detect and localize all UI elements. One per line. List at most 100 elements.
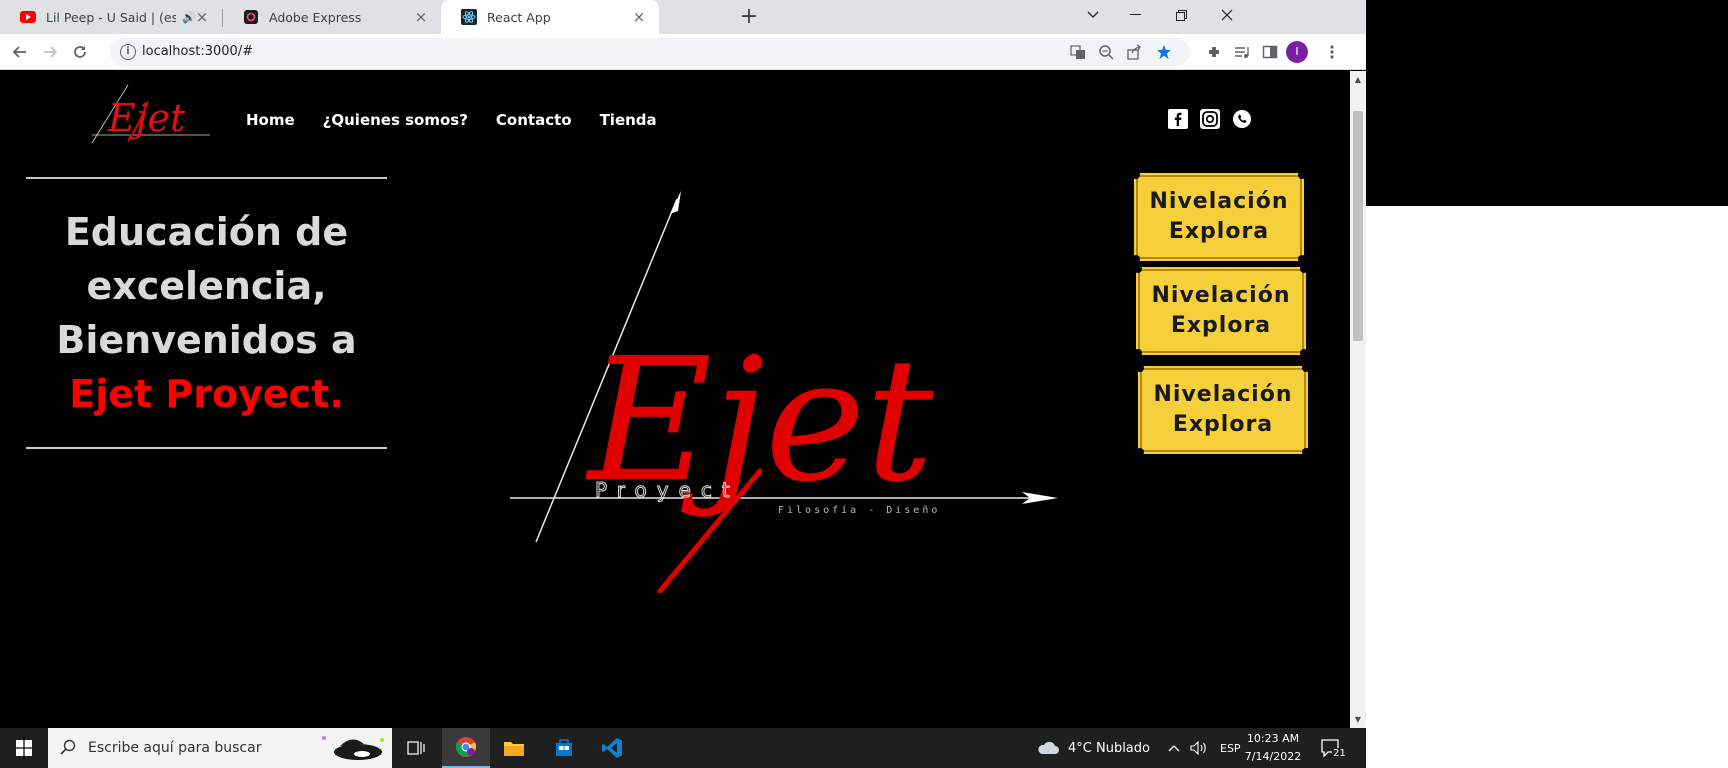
nav-quienes-somos[interactable]: ¿Quienes somos? <box>323 111 468 129</box>
tab-react-app[interactable]: React App × <box>441 0 659 34</box>
corner-notch <box>1132 255 1140 263</box>
instagram-icon[interactable] <box>1200 109 1220 129</box>
nav-contacto[interactable]: Contacto <box>496 111 572 129</box>
tab-strip: Lil Peep - U Said | (españo 🔊 × Adobe Ex… <box>0 0 1366 34</box>
nivelacion-button-3[interactable]: Nivelación Explora <box>1136 364 1310 456</box>
site-logo[interactable]: Ejet <box>88 83 214 161</box>
close-tab-icon[interactable]: × <box>413 9 429 25</box>
button-label: Nivelación <box>1149 189 1289 214</box>
nav-tienda[interactable]: Tienda <box>600 111 657 129</box>
new-tab-button[interactable]: + <box>737 5 761 29</box>
zoom-icon[interactable] <box>1098 44 1114 60</box>
search-highlight-icon <box>318 732 386 764</box>
button-label: Nivelación <box>1153 382 1293 407</box>
profile-avatar[interactable]: I <box>1286 41 1308 63</box>
logo-subtitle: Proyect <box>595 478 740 502</box>
volume-icon[interactable] <box>1190 728 1208 768</box>
corner-notch <box>1300 349 1308 357</box>
close-tab-icon[interactable]: × <box>194 9 210 25</box>
hero-line-2: excelencia, <box>86 264 327 308</box>
taskbar-search[interactable]: Escribe aquí para buscar <box>48 728 392 768</box>
chrome-icon[interactable] <box>442 728 490 768</box>
url-text[interactable]: localhost:3000/# <box>142 44 253 59</box>
tab-search-icon[interactable] <box>1070 0 1116 30</box>
adobe-express-icon <box>243 9 259 25</box>
address-bar[interactable]: i localhost:3000/# <box>110 38 1190 66</box>
media-control-icon[interactable] <box>1230 40 1254 64</box>
nav-home[interactable]: Home <box>246 111 295 129</box>
facebook-icon[interactable] <box>1168 109 1188 129</box>
nivelacion-button-1[interactable]: Nivelación Explora <box>1132 171 1306 263</box>
desktop-area-light <box>1366 206 1728 768</box>
show-hidden-icons-icon[interactable] <box>1168 728 1180 768</box>
share-icon[interactable] <box>1126 44 1142 60</box>
translate-icon[interactable] <box>1070 44 1086 60</box>
tab-title: Lil Peep - U Said | (españo <box>46 9 176 25</box>
hero-line-3: Bienvenidos a <box>56 318 357 362</box>
scroll-thumb[interactable] <box>1353 111 1363 341</box>
tab-adobe-express[interactable]: Adobe Express × <box>223 0 441 34</box>
search-icon <box>60 739 76 759</box>
logo-text-small: Ejet <box>107 96 186 140</box>
notifications-icon[interactable]: 21 <box>1320 728 1347 768</box>
windows-start-icon[interactable] <box>0 728 48 768</box>
site-info-icon[interactable]: i <box>120 44 136 60</box>
tab-title: Adobe Express <box>269 9 362 25</box>
weather-widget[interactable]: 4°C Nublado <box>1036 728 1150 768</box>
logo-tagline: Filosofía - Diseño <box>778 504 940 516</box>
clock-time: 10:23 AM <box>1246 732 1300 745</box>
main-nav: Home ¿Quienes somos? Contacto Tienda <box>246 111 657 129</box>
button-label: Explora <box>1172 412 1274 437</box>
search-placeholder: Escribe aquí para buscar <box>88 740 262 756</box>
button-label: Explora <box>1168 219 1270 244</box>
browser-toolbar: i localhost:3000/# I <box>0 34 1366 70</box>
hero-accent: Ejet Proyect. <box>69 372 344 416</box>
cloud-icon <box>1038 741 1059 754</box>
restore-button[interactable] <box>1158 0 1204 30</box>
whatsapp-icon[interactable] <box>1232 109 1252 129</box>
menu-icon[interactable] <box>1320 40 1344 64</box>
vscode-icon[interactable] <box>588 728 636 768</box>
divider-top <box>26 177 387 179</box>
nivelacion-button-2[interactable]: Nivelación Explora <box>1134 265 1308 357</box>
extensions-icon[interactable] <box>1202 40 1226 64</box>
corner-notch <box>1302 364 1310 372</box>
task-view-icon[interactable] <box>392 728 440 768</box>
corner-notch <box>1302 448 1310 456</box>
page-viewport: Ejet Home ¿Quienes somos? Contacto Tiend… <box>0 71 1350 728</box>
corner-notch <box>1298 255 1306 263</box>
desktop-area <box>1366 0 1728 206</box>
minimize-button[interactable] <box>1112 0 1158 30</box>
back-icon[interactable] <box>8 40 32 64</box>
screen: Lil Peep - U Said | (españo 🔊 × Adobe Ex… <box>0 0 1728 768</box>
close-tab-icon[interactable]: × <box>631 9 647 25</box>
hero-line-1: Educación de <box>64 210 349 254</box>
corner-notch <box>1134 349 1142 357</box>
corner-notch <box>1132 171 1140 179</box>
scroll-up-icon[interactable]: ▲ <box>1354 75 1362 84</box>
corner-notch <box>1136 364 1144 372</box>
scroll-down-icon[interactable]: ▼ <box>1354 715 1362 724</box>
tab-youtube[interactable]: Lil Peep - U Said | (españo 🔊 × <box>0 0 222 34</box>
clock-date: 7/14/2022 <box>1244 750 1302 763</box>
windows-taskbar: Escribe aquí para buscar 4°C Nublado ESP… <box>0 728 1366 768</box>
button-label: Explora <box>1170 313 1272 338</box>
reload-icon[interactable] <box>68 40 92 64</box>
page-scrollbar[interactable]: ▲ ▼ <box>1350 71 1366 728</box>
divider-bottom <box>26 447 387 449</box>
corner-notch <box>1300 265 1308 273</box>
weather-text: 4°C Nublado <box>1068 740 1150 756</box>
hero-heading: Educación de excelencia, Bienvenidos a E… <box>26 205 387 421</box>
forward-icon[interactable] <box>38 40 62 64</box>
side-panel-icon[interactable] <box>1258 40 1282 64</box>
store-icon[interactable] <box>540 728 588 768</box>
file-explorer-icon[interactable] <box>490 728 538 768</box>
corner-notch <box>1298 171 1306 179</box>
bookmark-star-icon[interactable] <box>1156 44 1172 60</box>
close-window-button[interactable] <box>1204 0 1250 30</box>
tab-title: React App <box>487 9 551 25</box>
taskbar-clock[interactable]: 10:23 AM 7/14/2022 <box>1236 730 1310 766</box>
youtube-icon <box>20 9 36 25</box>
button-label: Nivelación <box>1151 283 1291 308</box>
corner-notch <box>1134 265 1142 273</box>
